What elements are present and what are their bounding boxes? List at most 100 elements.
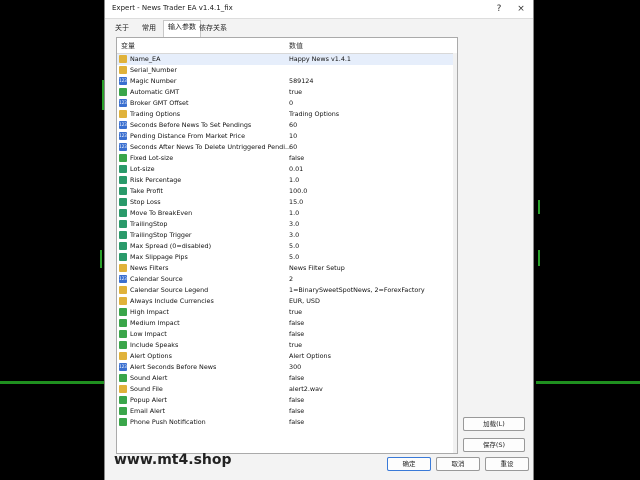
- table-row[interactable]: Move To BreakEven 1.0: [117, 208, 457, 219]
- column-header-variable[interactable]: 变量: [121, 41, 135, 51]
- inputs-table: 变量 数值 Name_EA Happy News v1.4.1 Serial_Num…: [116, 37, 458, 454]
- table-row[interactable]: 123 Pending Distance From Market Price 10: [117, 131, 457, 142]
- variable-value[interactable]: false: [289, 330, 455, 338]
- variable-value[interactable]: false: [289, 396, 455, 404]
- close-icon[interactable]: ×: [509, 1, 533, 17]
- int-type-icon: 123: [119, 121, 127, 129]
- table-row[interactable]: 123 Magic Number 589124: [117, 76, 457, 87]
- table-row[interactable]: Phone Push Notification false: [117, 417, 457, 428]
- variable-value[interactable]: Trading Options: [289, 110, 455, 118]
- variable-value[interactable]: 5.0: [289, 242, 455, 250]
- variable-value[interactable]: 1.0: [289, 176, 455, 184]
- variable-name: Pending Distance From Market Price: [130, 132, 246, 140]
- variable-value[interactable]: EUR, USD: [289, 297, 455, 305]
- str-type-icon: [119, 286, 127, 294]
- table-row[interactable]: Lot-size 0.01: [117, 164, 457, 175]
- variable-value[interactable]: 60: [289, 143, 455, 151]
- variable-value[interactable]: 300: [289, 363, 455, 371]
- variable-value[interactable]: 0: [289, 99, 455, 107]
- variable-value[interactable]: alert2.wav: [289, 385, 455, 393]
- variable-value[interactable]: 15.0: [289, 198, 455, 206]
- variable-name: Popup Alert: [130, 396, 167, 404]
- variable-value[interactable]: 1.0: [289, 209, 455, 217]
- table-row[interactable]: Alert Options Alert Options: [117, 351, 457, 362]
- cancel-button[interactable]: 取消: [436, 457, 480, 471]
- variable-name: TrailingStop: [130, 220, 168, 228]
- variable-value[interactable]: 3.0: [289, 220, 455, 228]
- table-row[interactable]: Trading Options Trading Options: [117, 109, 457, 120]
- variable-value[interactable]: 10: [289, 132, 455, 140]
- ok-button[interactable]: 确定: [387, 457, 431, 471]
- table-row[interactable]: TrailingStop 3.0: [117, 219, 457, 230]
- variable-value[interactable]: false: [289, 407, 455, 415]
- table-row[interactable]: Take Profit 100.0: [117, 186, 457, 197]
- table-row[interactable]: TrailingStop Trigger 3.0: [117, 230, 457, 241]
- table-row[interactable]: Sound File alert2.wav: [117, 384, 457, 395]
- int-type-icon: 123: [119, 132, 127, 140]
- title-bar: Expert - News Trader EA v1.4.1_fix ? ×: [105, 0, 533, 19]
- variable-value[interactable]: false: [289, 374, 455, 382]
- variable-name: Name_EA: [130, 55, 161, 63]
- variable-value[interactable]: 1=BinarySweetSpotNews, 2=ForexFactory: [289, 286, 455, 294]
- tab-common[interactable]: 常用: [138, 22, 160, 36]
- dbl-type-icon: [119, 165, 127, 173]
- table-row[interactable]: 123 Calendar Source 2: [117, 274, 457, 285]
- tab-about[interactable]: 关于: [111, 22, 133, 36]
- variable-value[interactable]: 2: [289, 275, 455, 283]
- variable-value[interactable]: News Filter Setup: [289, 264, 455, 272]
- table-row[interactable]: 123 Seconds Before News To Set Pendings 60: [117, 120, 457, 131]
- variable-value[interactable]: Happy News v1.4.1: [289, 55, 455, 63]
- table-row[interactable]: Always Include Currencies EUR, USD: [117, 296, 457, 307]
- load-button[interactable]: 加载(L): [463, 417, 525, 431]
- bool-type-icon: [119, 374, 127, 382]
- table-row[interactable]: Serial_Number: [117, 65, 457, 76]
- table-row[interactable]: Email Alert false: [117, 406, 457, 417]
- table-row[interactable]: Risk Percentage 1.0: [117, 175, 457, 186]
- variable-value[interactable]: false: [289, 418, 455, 426]
- variable-value[interactable]: true: [289, 88, 455, 96]
- table-row[interactable]: Calendar Source Legend 1=BinarySweetSpotN…: [117, 285, 457, 296]
- table-row[interactable]: 123 Broker GMT Offset 0: [117, 98, 457, 109]
- table-row[interactable]: Max Slippage Pips 5.0: [117, 252, 457, 263]
- chart-candle: [538, 200, 540, 214]
- table-row[interactable]: News Filters News Filter Setup: [117, 263, 457, 274]
- variable-value[interactable]: false: [289, 154, 455, 162]
- table-row[interactable]: 123 Seconds After News To Delete Untrigge…: [117, 142, 457, 153]
- variable-value[interactable]: 60: [289, 121, 455, 129]
- reset-button[interactable]: 重设: [485, 457, 529, 471]
- variable-value[interactable]: 5.0: [289, 253, 455, 261]
- table-row[interactable]: Stop Loss 15.0: [117, 197, 457, 208]
- save-button[interactable]: 保存(S): [463, 438, 525, 452]
- table-row[interactable]: Popup Alert false: [117, 395, 457, 406]
- table-row[interactable]: Max Spread (0=disabled) 5.0: [117, 241, 457, 252]
- variable-value[interactable]: 0.01: [289, 165, 455, 173]
- table-row[interactable]: Name_EA Happy News v1.4.1: [117, 54, 457, 65]
- variable-value[interactable]: true: [289, 341, 455, 349]
- table-row[interactable]: Automatic GMT true: [117, 87, 457, 98]
- variable-value[interactable]: false: [289, 319, 455, 327]
- variable-name: Automatic GMT: [130, 88, 180, 96]
- table-row[interactable]: Sound Alert false: [117, 373, 457, 384]
- variable-value[interactable]: 100.0: [289, 187, 455, 195]
- str-type-icon: [119, 110, 127, 118]
- table-row[interactable]: Low Impact false: [117, 329, 457, 340]
- variable-name: News Filters: [130, 264, 169, 272]
- table-row[interactable]: Medium Impact false: [117, 318, 457, 329]
- chart-background-left: [0, 0, 104, 480]
- variable-name: TrailingStop Trigger: [130, 231, 192, 239]
- column-header-value[interactable]: 数值: [289, 41, 303, 51]
- variable-name: Take Profit: [130, 187, 163, 195]
- table-row[interactable]: Include Speaks true: [117, 340, 457, 351]
- vertical-scrollbar[interactable]: [453, 53, 457, 453]
- table-row[interactable]: 123 Alert Seconds Before News 300: [117, 362, 457, 373]
- variable-value[interactable]: 3.0: [289, 231, 455, 239]
- variable-value[interactable]: 589124: [289, 77, 455, 85]
- tab-dependencies[interactable]: 依存关系: [195, 22, 231, 36]
- help-icon[interactable]: ?: [487, 1, 511, 17]
- variable-value[interactable]: true: [289, 308, 455, 316]
- variable-name: Include Speaks: [130, 341, 179, 349]
- table-row[interactable]: Fixed Lot-size false: [117, 153, 457, 164]
- variable-value[interactable]: Alert Options: [289, 352, 455, 360]
- table-row[interactable]: High Impact true: [117, 307, 457, 318]
- variable-name: Magic Number: [130, 77, 177, 85]
